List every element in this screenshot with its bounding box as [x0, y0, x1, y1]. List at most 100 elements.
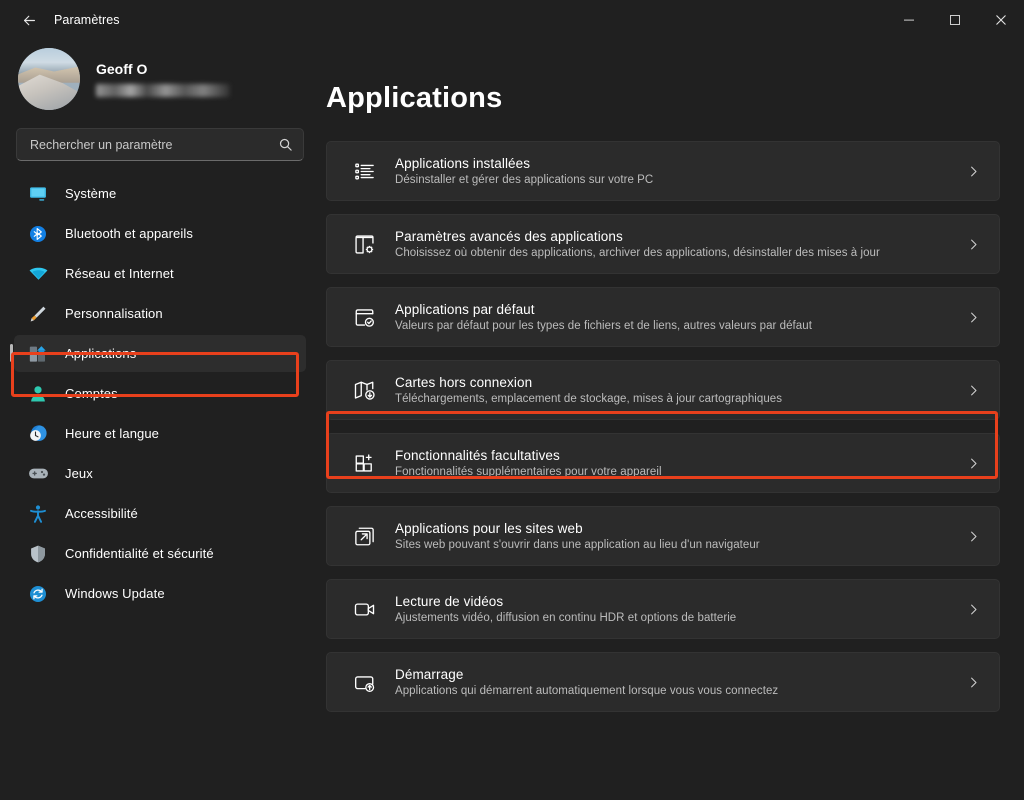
sidebar-item-reseau[interactable]: Réseau et Internet	[14, 255, 306, 292]
card-text: Paramètres avancés des applications Choi…	[395, 229, 880, 259]
clock-globe-icon	[27, 423, 49, 445]
account-email-redacted	[96, 84, 230, 97]
sidebar-item-heure-langue[interactable]: Heure et langue	[14, 415, 306, 452]
card-title: Fonctionnalités facultatives	[395, 448, 560, 463]
close-button[interactable]	[978, 0, 1024, 40]
sidebar-item-label: Réseau et Internet	[65, 266, 174, 281]
sidebar-item-comptes[interactable]: Comptes	[14, 375, 306, 412]
card-title: Applications installées	[395, 156, 531, 171]
card-title: Paramètres avancés des applications	[395, 229, 623, 244]
chevron-right-icon	[966, 237, 981, 252]
card-text: Cartes hors connexion Téléchargements, e…	[395, 375, 782, 405]
sidebar-item-label: Confidentialité et sécurité	[65, 546, 214, 561]
sidebar-item-bluetooth[interactable]: Bluetooth et appareils	[14, 215, 306, 252]
person-icon	[27, 383, 49, 405]
sidebar-item-windows-update[interactable]: Windows Update	[14, 575, 306, 612]
card-title: Démarrage	[395, 667, 464, 682]
card-subtitle: Fonctionnalités supplémentaires pour vot…	[395, 466, 662, 478]
chevron-right-icon	[966, 529, 981, 544]
chevron-right-icon	[966, 675, 981, 690]
window-title: Paramètres	[54, 13, 120, 27]
grid-plus-icon	[349, 448, 379, 478]
card-text: Applications pour les sites web Sites we…	[395, 521, 760, 551]
search-icon	[278, 137, 293, 152]
card-subtitle: Sites web pouvant s'ouvrir dans une appl…	[395, 539, 760, 551]
update-icon	[27, 583, 49, 605]
startup-icon	[349, 667, 379, 697]
search-input[interactable]	[30, 137, 278, 152]
gamepad-icon	[27, 463, 49, 485]
close-icon	[996, 15, 1006, 25]
sidebar-item-label: Applications	[65, 346, 137, 361]
card-text: Applications installées Désinstaller et …	[395, 156, 653, 186]
sidebar-item-label: Personnalisation	[65, 306, 163, 321]
apps-icon	[27, 343, 49, 365]
minimize-button[interactable]	[886, 0, 932, 40]
sidebar-item-confidentialite[interactable]: Confidentialité et sécurité	[14, 535, 306, 572]
sidebar-item-personnalisation[interactable]: Personnalisation	[14, 295, 306, 332]
card-title: Applications par défaut	[395, 302, 535, 317]
window-content: Geoff O Rechercher un paramètre Système …	[0, 40, 1024, 800]
settings-card-list: Applications installées Désinstaller et …	[326, 141, 1000, 712]
wifi-icon	[27, 263, 49, 285]
back-button[interactable]	[12, 5, 46, 35]
card-applications-par-defaut[interactable]: Applications par défaut Valeurs par défa…	[326, 287, 1000, 347]
sidebar-item-systeme[interactable]: Système	[14, 175, 306, 212]
sidebar-item-label: Accessibilité	[65, 506, 138, 521]
app-settings-icon	[349, 229, 379, 259]
chevron-right-icon	[966, 310, 981, 325]
back-arrow-icon	[23, 15, 35, 25]
chevron-right-icon	[966, 164, 981, 179]
title-bar: Paramètres	[0, 0, 1024, 40]
page-title: Applications	[326, 82, 503, 114]
card-title: Cartes hors connexion	[395, 375, 533, 390]
main-pane: Applications Applications installées Dés…	[322, 40, 1024, 800]
card-demarrage[interactable]: Démarrage Applications qui démarrent aut…	[326, 652, 1000, 712]
chevron-right-icon	[966, 456, 981, 471]
app-list-icon	[349, 156, 379, 186]
chevron-right-icon	[966, 602, 981, 617]
card-parametres-avances[interactable]: Paramètres avancés des applications Choi…	[326, 214, 1000, 274]
search-box[interactable]	[16, 128, 304, 161]
card-applications-sites-web[interactable]: Applications pour les sites web Sites we…	[326, 506, 1000, 566]
card-subtitle: Applications qui démarrent automatiqueme…	[395, 685, 779, 697]
accessibility-icon	[27, 503, 49, 525]
app-default-check-icon	[349, 302, 379, 332]
card-subtitle: Choisissez où obtenir des applications, …	[395, 247, 880, 259]
account-text: Geoff O	[96, 61, 230, 97]
account-name: Geoff O	[96, 61, 148, 77]
map-download-icon	[349, 375, 379, 405]
card-title: Lecture de vidéos	[395, 594, 504, 609]
account-block[interactable]: Geoff O	[0, 40, 322, 116]
sidebar-item-accessibilite[interactable]: Accessibilité	[14, 495, 306, 532]
sidebar-item-label: Bluetooth et appareils	[65, 226, 193, 241]
card-cartes-hors-connexion[interactable]: Cartes hors connexion Téléchargements, e…	[326, 360, 1000, 420]
shield-icon	[27, 543, 49, 565]
maximize-button[interactable]	[932, 0, 978, 40]
bluetooth-icon	[27, 223, 49, 245]
sidebar-item-label: Jeux	[65, 466, 93, 481]
card-subtitle: Ajustements vidéo, diffusion en continu …	[395, 612, 737, 624]
settings-window: Paramètres Geoff O Rechercher un paramèt…	[0, 0, 1024, 800]
chevron-right-icon	[966, 383, 981, 398]
sidebar-item-label: Comptes	[65, 386, 118, 401]
sidebar-item-jeux[interactable]: Jeux	[14, 455, 306, 492]
card-lecture-de-videos[interactable]: Lecture de vidéos Ajustements vidéo, dif…	[326, 579, 1000, 639]
maximize-icon	[950, 15, 960, 25]
card-text: Lecture de vidéos Ajustements vidéo, dif…	[395, 594, 736, 624]
card-text: Fonctionnalités facultatives Fonctionnal…	[395, 448, 662, 478]
card-applications-installees[interactable]: Applications installées Désinstaller et …	[326, 141, 1000, 201]
avatar	[18, 48, 80, 110]
minimize-icon	[904, 19, 914, 21]
sidebar: Geoff O Rechercher un paramètre Système …	[0, 40, 322, 800]
sidebar-item-applications[interactable]: Applications	[10, 335, 306, 372]
card-text: Applications par défaut Valeurs par défa…	[395, 302, 812, 332]
card-fonctionnalites-facultatives[interactable]: Fonctionnalités facultatives Fonctionnal…	[326, 433, 1000, 493]
window-controls	[886, 0, 1024, 40]
sidebar-item-label: Heure et langue	[65, 426, 160, 441]
external-link-icon	[349, 521, 379, 551]
card-subtitle: Valeurs par défaut pour les types de fic…	[395, 320, 812, 332]
sidebar-item-label: Système	[65, 186, 117, 201]
video-camera-icon	[349, 594, 379, 624]
sidebar-item-label: Windows Update	[65, 586, 165, 601]
